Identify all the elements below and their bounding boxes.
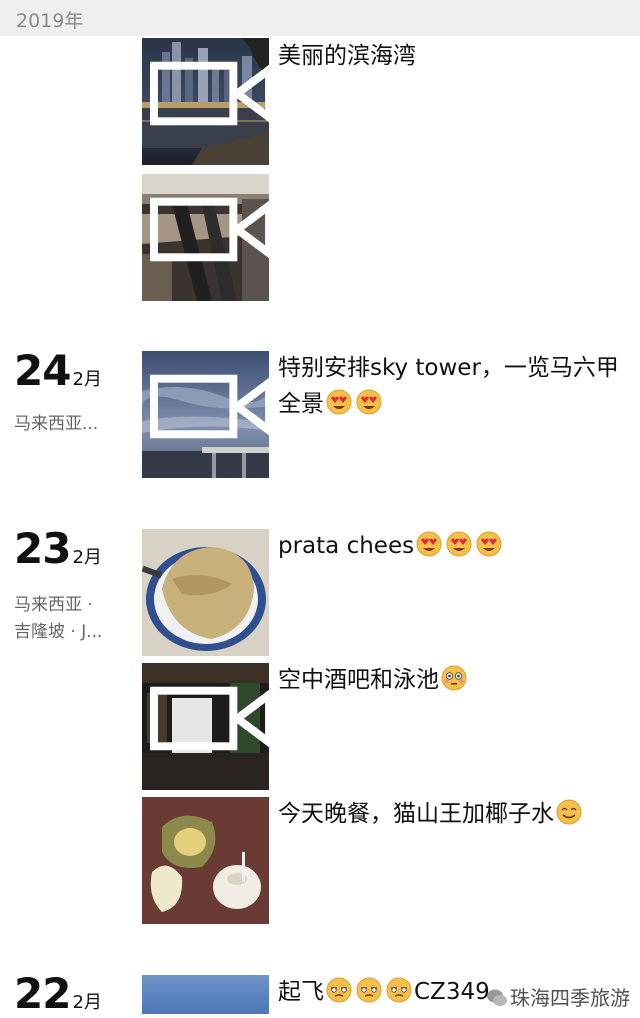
video-icon — [150, 61, 269, 126]
heart-eyes-emoji — [415, 530, 443, 558]
day-location: 马来西亚... — [14, 411, 136, 438]
post-caption: 空中酒吧和泳池 — [278, 662, 624, 698]
caption-text: 今天晚餐，猫山王加椰子水 — [278, 801, 554, 827]
location-line: 马来西亚 · — [14, 595, 93, 615]
caption-flight-code: CZ349 — [414, 979, 490, 1005]
post-thumbnail-mall[interactable] — [142, 174, 269, 301]
post-thumbnail-prata[interactable] — [142, 529, 269, 656]
post-thumbnail-sky-bar[interactable] — [142, 663, 269, 790]
watermark: 珠海四季旅游 — [486, 982, 630, 1011]
post-caption: 今天晚餐，猫山王加椰子水 — [278, 796, 624, 832]
heart-eyes-emoji — [325, 388, 353, 416]
heart-eyes-emoji — [475, 530, 503, 558]
durian-coconut-image — [142, 797, 269, 924]
post-caption: prata chees — [278, 528, 624, 564]
day-label-23: 23 2月 — [14, 524, 102, 573]
post-caption: 美丽的滨海湾 — [278, 43, 416, 69]
sleepy-emoji — [355, 976, 383, 1004]
sleepy-emoji — [385, 976, 413, 1004]
sky-photo-image — [142, 975, 269, 1014]
location-line: 马来西亚... — [14, 414, 99, 434]
heart-eyes-emoji — [355, 388, 383, 416]
heart-eyes-emoji — [445, 530, 473, 558]
post-thumbnail-marina-bay[interactable] — [142, 38, 269, 165]
flushed-emoji — [440, 664, 468, 692]
day-month: 2月 — [72, 369, 102, 390]
year-label: 2019年 — [16, 10, 84, 32]
wechat-icon — [487, 989, 507, 1006]
video-icon — [150, 197, 269, 262]
post-thumbnail-durian[interactable] — [142, 797, 269, 924]
year-header: 2019年 — [0, 0, 640, 36]
caption-text: 空中酒吧和泳池 — [278, 667, 439, 693]
day-number: 24 — [14, 346, 71, 395]
day-number: 23 — [14, 524, 71, 573]
prata-plate-image — [142, 529, 269, 656]
smile-emoji — [555, 798, 583, 826]
caption-text: 起飞 — [278, 979, 324, 1005]
location-line: 吉隆坡 · J... — [14, 622, 103, 642]
sleepy-emoji — [325, 976, 353, 1004]
video-icon — [150, 374, 269, 439]
day-month: 2月 — [72, 992, 102, 1013]
caption-text: prata chees — [278, 533, 415, 559]
day-label-24: 24 2月 — [14, 346, 102, 395]
day-month: 2月 — [72, 547, 102, 568]
day-location: 马来西亚 · 吉隆坡 · J... — [14, 592, 136, 646]
post-caption: 特别安排sky tower，一览马六甲全景 — [278, 350, 624, 422]
post-thumbnail-flight[interactable] — [142, 975, 269, 1014]
day-label-22: 22 2月 — [14, 969, 102, 1018]
video-icon — [150, 686, 269, 751]
day-number: 22 — [14, 969, 71, 1018]
post-thumbnail-sky-tower[interactable] — [142, 351, 269, 478]
watermark-text: 珠海四季旅游 — [510, 986, 630, 1010]
